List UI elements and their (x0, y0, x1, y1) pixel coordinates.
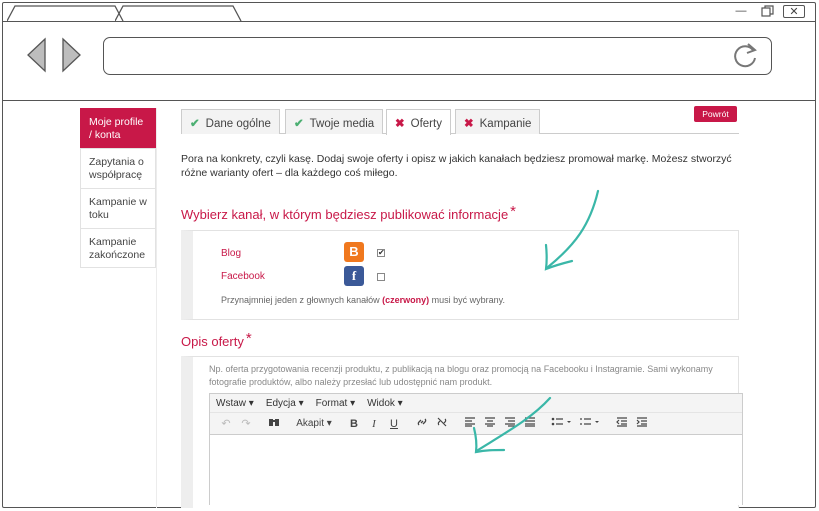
tab-campaigns[interactable]: ✖ Kampanie (455, 109, 541, 134)
window-controls: — ✕ (731, 5, 805, 18)
back-button[interactable]: Powrót (694, 106, 737, 122)
hint-text-end: musi być wybrany. (431, 295, 505, 305)
indent-icon[interactable] (632, 417, 652, 430)
facebook-icon: f (344, 266, 364, 286)
chrome-divider (3, 100, 815, 101)
browser-tab-1[interactable] (7, 5, 127, 22)
outdent-icon[interactable] (612, 417, 632, 430)
sidebar-divider (156, 108, 157, 508)
find-icon[interactable] (264, 417, 284, 430)
tab-label: Kampanie (479, 118, 532, 130)
numbered-list-icon[interactable] (576, 417, 604, 430)
bold-button[interactable]: B (344, 418, 364, 430)
channels-panel: Blog B ✔ Facebook f Przynajmniej jeden z… (181, 230, 739, 320)
italic-button[interactable]: I (364, 418, 384, 430)
back-arrow-icon[interactable] (25, 37, 49, 73)
offer-title: Opis oferty (181, 334, 244, 349)
align-justify-icon[interactable] (520, 417, 540, 430)
blogger-icon: B (344, 242, 364, 262)
channel-label-facebook: Facebook (221, 271, 265, 282)
maximize-icon[interactable] (757, 5, 777, 18)
sidebar: Moje profile / konta Zapytania o współpr… (80, 108, 156, 268)
hint-text: Przynajmniej jeden z głownych kanałów (221, 295, 380, 305)
channel-label-blog: Blog (221, 248, 242, 259)
offer-placeholder: Np. oferta przygotowania recenzji produk… (209, 364, 713, 387)
forward-arrow-icon[interactable] (59, 37, 83, 73)
align-left-icon[interactable] (460, 417, 480, 430)
bullet-list-icon[interactable] (548, 417, 576, 430)
tabbar-divider (3, 21, 815, 22)
channels-heading: Wybierz kanał, w którym będziesz publiko… (181, 203, 517, 223)
tab-general[interactable]: ✔ Dane ogólne (181, 109, 280, 134)
cross-icon: ✖ (464, 118, 474, 130)
tab-media[interactable]: ✔ Twoje media (285, 109, 384, 134)
address-bar[interactable] (103, 37, 772, 75)
editor-content-area[interactable] (210, 435, 742, 505)
facebook-checkbox[interactable] (377, 273, 385, 281)
minimize-icon[interactable]: — (731, 5, 751, 18)
link-icon[interactable] (412, 416, 432, 431)
reload-icon[interactable] (731, 41, 759, 71)
align-right-icon[interactable] (500, 417, 520, 430)
underline-button[interactable]: U (384, 418, 404, 430)
tab-label: Twoje media (309, 118, 375, 130)
sidebar-item-finished-campaigns[interactable]: Kampanie zakończone (80, 228, 156, 268)
menu-format[interactable]: Format ▾ (316, 398, 355, 409)
sidebar-item-profiles[interactable]: Moje profile / konta (80, 108, 156, 148)
undo-icon[interactable]: ↶ (216, 417, 236, 430)
required-mark: * (510, 203, 517, 220)
menu-insert[interactable]: Wstaw ▾ (216, 398, 254, 409)
offer-panel: Np. oferta przygotowania recenzji produk… (181, 356, 743, 508)
cross-icon: ✖ (395, 118, 405, 130)
paragraph-select[interactable]: Akapit ▾ (292, 418, 336, 429)
editor-menubar: Wstaw ▾ Edycja ▾ Format ▾ Widok ▾ (210, 394, 742, 413)
channels-hint: Przynajmniej jeden z głownych kanałów (c… (221, 295, 505, 305)
offer-heading: Opis oferty * (181, 330, 252, 350)
redo-icon[interactable]: ↷ (236, 417, 256, 430)
profile-tabs: ✔ Dane ogólne ✔ Twoje media ✖ Oferty ✖ Kampa… (181, 108, 739, 135)
blog-checkbox[interactable]: ✔ (377, 249, 385, 257)
unlink-icon[interactable] (432, 416, 452, 431)
required-mark: * (245, 330, 252, 347)
menu-view[interactable]: Widok ▾ (367, 398, 403, 409)
check-icon: ✔ (294, 118, 304, 130)
align-center-icon[interactable] (480, 417, 500, 430)
sidebar-item-active-campaigns[interactable]: Kampanie w toku (80, 188, 156, 228)
tab-label: Oferty (410, 118, 442, 130)
hint-highlight: (czerwony) (382, 295, 430, 305)
rich-text-editor[interactable]: Wstaw ▾ Edycja ▾ Format ▾ Widok ▾ ↶ ↷ Ak… (209, 393, 743, 505)
channels-title: Wybierz kanał, w którym będziesz publiko… (181, 207, 509, 222)
sidebar-item-requests[interactable]: Zapytania o współpracę (80, 148, 156, 188)
close-icon[interactable]: ✕ (783, 5, 805, 18)
menu-edit[interactable]: Edycja ▾ (266, 398, 304, 409)
intro-text: Pora na konkrety, czyli kasę. Dodaj swoj… (181, 153, 732, 179)
browser-tab-2[interactable] (115, 5, 245, 22)
tab-offers[interactable]: ✖ Oferty (386, 109, 451, 135)
check-icon: ✔ (190, 118, 200, 130)
tab-label: Dane ogólne (205, 118, 271, 130)
editor-toolbar: ↶ ↷ Akapit ▾ B I U (210, 413, 742, 435)
